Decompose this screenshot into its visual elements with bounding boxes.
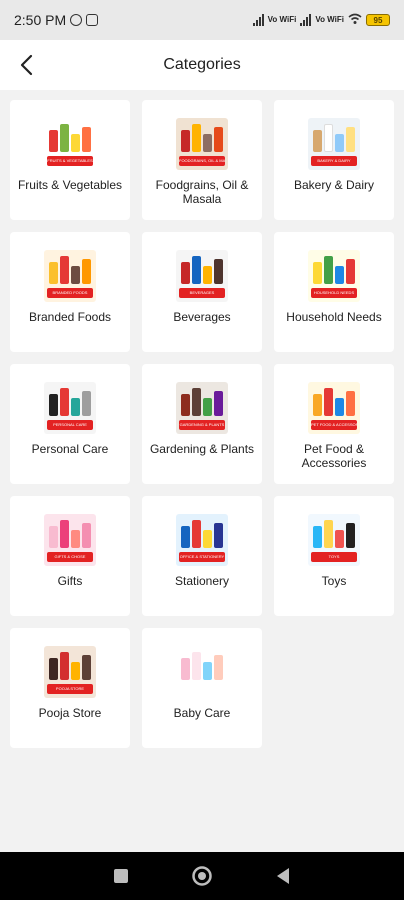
nav-back-button[interactable]	[271, 864, 295, 888]
category-tag: BRANDED FOODS	[47, 288, 93, 298]
category-tag: GARDENING & PLANTS	[179, 420, 225, 430]
category-label: Pooja Store	[38, 706, 102, 720]
signal-icon-2	[300, 14, 312, 26]
chevron-left-icon	[20, 54, 33, 76]
product-collage-icon	[312, 386, 356, 416]
category-tag: PERSONAL CARE	[47, 420, 93, 430]
category-label: Foodgrains, Oil & Masala	[155, 178, 249, 206]
app-header: Categories	[0, 40, 404, 90]
category-card[interactable]: PET FOOD & ACCESSORIES Pet Food & Accesso…	[274, 364, 394, 484]
category-label: Household Needs	[286, 310, 382, 324]
system-nav-bar	[0, 852, 404, 900]
notification-icon	[86, 14, 99, 26]
category-image: BAKERY & DAIRY	[308, 118, 360, 170]
category-card[interactable]: POOJA STORE Pooja Store	[10, 628, 130, 748]
category-image: OFFICE & STATIONERY	[176, 514, 228, 566]
category-tag: PET FOOD & ACCESSORIES	[311, 420, 357, 430]
status-bar: 2:50 PM Vo WiFi Vo WiFi 95	[0, 0, 404, 40]
category-card[interactable]: HOUSEHOLD NEEDS Household Needs	[274, 232, 394, 352]
category-card[interactable]: Baby Care	[142, 628, 262, 748]
status-time: 2:50 PM	[14, 12, 67, 28]
product-collage-icon	[48, 650, 92, 680]
status-right: Vo WiFi Vo WiFi 95	[252, 13, 390, 27]
category-tag: OFFICE & STATIONERY	[179, 552, 225, 562]
category-image	[176, 646, 228, 698]
product-collage-icon	[180, 122, 224, 152]
wifi-icon	[348, 13, 362, 27]
category-image: FRUITS & VEGETABLES	[44, 118, 96, 170]
category-image: TOYS	[308, 514, 360, 566]
category-tag: FOODGRAINS, OIL & MASALA	[179, 156, 225, 166]
signal-icon	[252, 14, 264, 26]
recent-apps-button[interactable]	[109, 864, 133, 888]
category-label: Pet Food & Accessories	[301, 442, 367, 470]
category-card[interactable]: TOYS Toys	[274, 496, 394, 616]
category-label: Personal Care	[31, 442, 109, 456]
category-card[interactable]: FRUITS & VEGETABLES Fruits & Vegetables	[10, 100, 130, 220]
circle-icon	[192, 866, 212, 886]
category-label: Baby Care	[173, 706, 231, 720]
category-image: BRANDED FOODS	[44, 250, 96, 302]
category-card[interactable]: GIFTS & CHOSE Gifts	[10, 496, 130, 616]
category-label: Branded Foods	[28, 310, 112, 324]
product-collage-icon	[48, 518, 92, 548]
category-card[interactable]: OFFICE & STATIONERY Stationery	[142, 496, 262, 616]
product-collage-icon	[180, 254, 224, 284]
category-tag: POOJA STORE	[47, 684, 93, 694]
product-collage-icon	[48, 122, 92, 152]
category-image: BEVERAGES	[176, 250, 228, 302]
product-collage-icon	[48, 254, 92, 284]
home-button[interactable]	[190, 864, 214, 888]
alarm-icon	[70, 14, 83, 26]
category-image: GIFTS & CHOSE	[44, 514, 96, 566]
category-image: PET FOOD & ACCESSORIES	[308, 382, 360, 434]
status-left: 2:50 PM	[14, 12, 99, 28]
battery-icon: 95	[366, 14, 390, 26]
category-card[interactable]: BEVERAGES Beverages	[142, 232, 262, 352]
category-card[interactable]: BAKERY & DAIRY Bakery & Dairy	[274, 100, 394, 220]
category-card[interactable]: PERSONAL CARE Personal Care	[10, 364, 130, 484]
category-label: Stationery	[174, 574, 230, 588]
triangle-back-icon	[277, 868, 290, 884]
category-label: Fruits & Vegetables	[17, 178, 123, 192]
category-tag: FRUITS & VEGETABLES	[47, 156, 93, 166]
category-card[interactable]: GARDENING & PLANTS Gardening & Plants	[142, 364, 262, 484]
product-collage-icon	[48, 386, 92, 416]
back-button[interactable]	[8, 46, 44, 84]
category-tag: TOYS	[311, 552, 357, 562]
category-label: Toys	[321, 574, 347, 588]
category-grid: FRUITS & VEGETABLES Fruits & Vegetables FO…	[10, 100, 394, 748]
category-label: Gifts	[57, 574, 83, 588]
category-card[interactable]: BRANDED FOODS Branded Foods	[10, 232, 130, 352]
product-collage-icon	[180, 386, 224, 416]
category-label: Beverages	[173, 310, 231, 324]
category-image: FOODGRAINS, OIL & MASALA	[176, 118, 228, 170]
category-tag: BEVERAGES	[179, 288, 225, 298]
product-collage-icon	[312, 518, 356, 548]
product-collage-icon	[180, 650, 224, 680]
category-label: Bakery & Dairy	[293, 178, 375, 192]
category-image: HOUSEHOLD NEEDS	[308, 250, 360, 302]
volte-label-2: Vo WiFi	[315, 15, 344, 24]
page-title: Categories	[163, 56, 241, 73]
square-icon	[113, 869, 128, 883]
category-tag: GIFTS & CHOSE	[47, 552, 93, 562]
category-image: GARDENING & PLANTS	[176, 382, 228, 434]
product-collage-icon	[312, 254, 356, 284]
category-label: Gardening & Plants	[149, 442, 255, 456]
product-collage-icon	[180, 518, 224, 548]
category-image: POOJA STORE	[44, 646, 96, 698]
category-image: PERSONAL CARE	[44, 382, 96, 434]
category-tag: HOUSEHOLD NEEDS	[311, 288, 357, 298]
category-card[interactable]: FOODGRAINS, OIL & MASALA Foodgrains, Oil …	[142, 100, 262, 220]
product-collage-icon	[312, 122, 356, 152]
volte-label: Vo WiFi	[267, 15, 297, 24]
category-tag: BAKERY & DAIRY	[311, 156, 357, 166]
